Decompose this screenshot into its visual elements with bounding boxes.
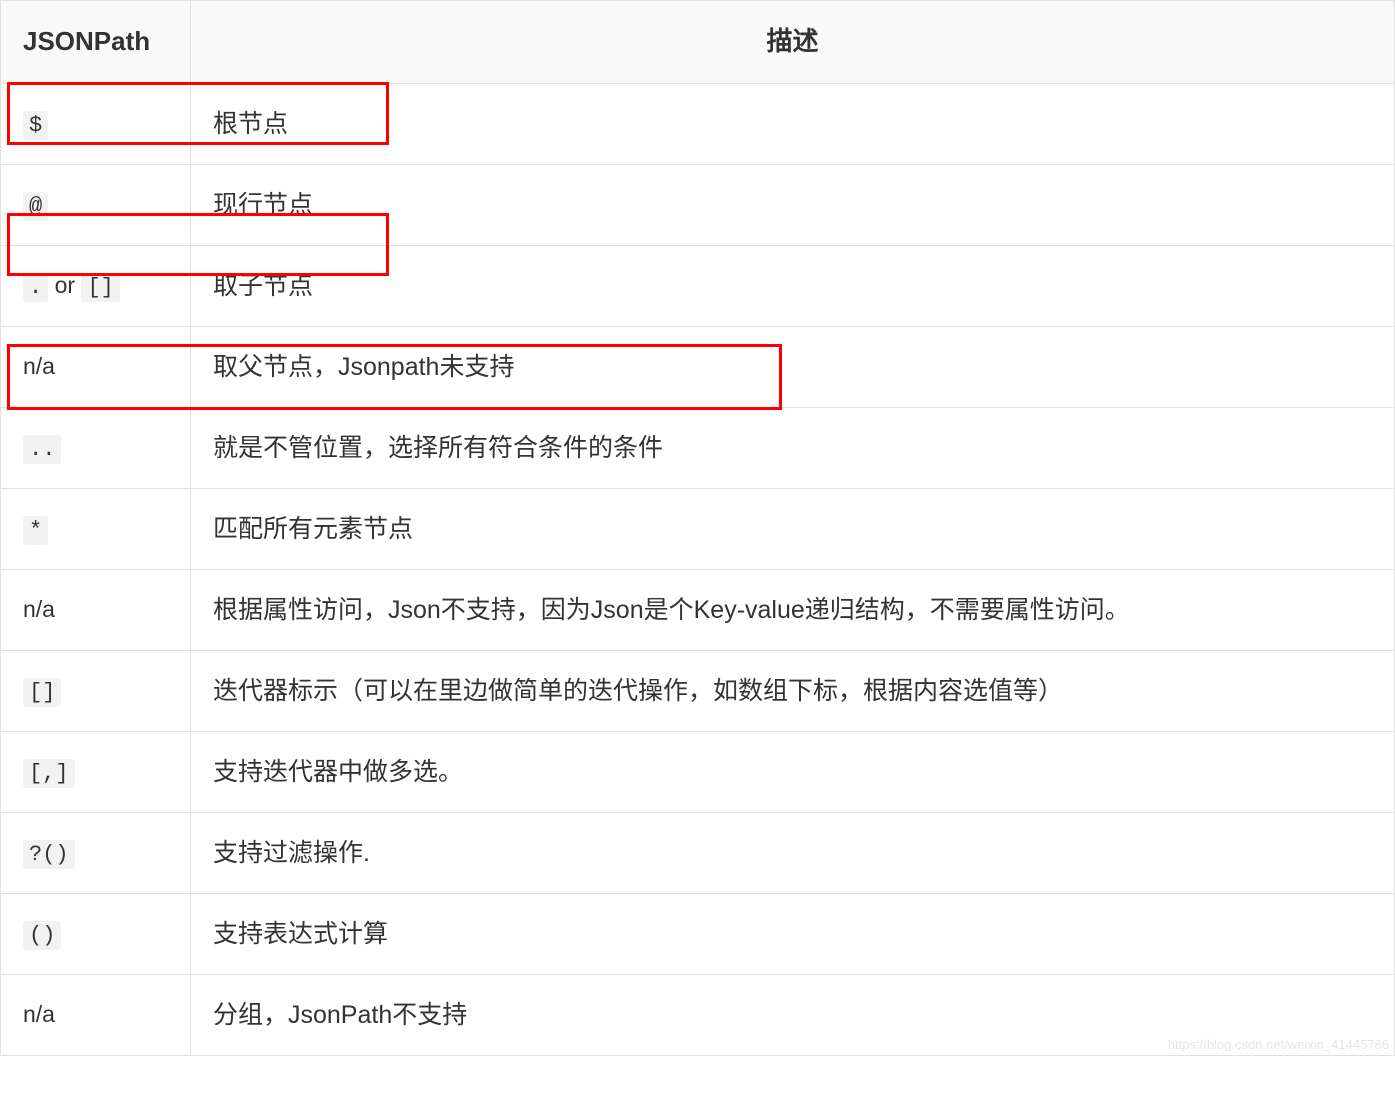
code-token: . xyxy=(23,273,48,302)
plain-text: or xyxy=(48,272,81,298)
cell-jsonpath: ?() xyxy=(1,812,191,893)
cell-jsonpath: [,] xyxy=(1,731,191,812)
cell-jsonpath: .. xyxy=(1,407,191,488)
table-row: n/a 取父节点，Jsonpath未支持 xyxy=(1,326,1395,407)
cell-jsonpath: n/a xyxy=(1,326,191,407)
table-row: () 支持表达式计算 xyxy=(1,893,1395,974)
code-token: () xyxy=(23,921,61,950)
table-row: [] 迭代器标示（可以在里边做简单的迭代操作，如数组下标，根据内容选值等） xyxy=(1,650,1395,731)
code-token: [] xyxy=(81,273,119,302)
cell-jsonpath: [] xyxy=(1,650,191,731)
cell-description: 根据属性访问，Json不支持，因为Json是个Key-value递归结构，不需要… xyxy=(191,569,1395,650)
cell-description: 取子节点 xyxy=(191,245,1395,326)
header-description: 描述 xyxy=(191,1,1395,84)
table-header-row: JSONPath 描述 xyxy=(1,1,1395,84)
table-row: n/a 根据属性访问，Json不支持，因为Json是个Key-value递归结构，… xyxy=(1,569,1395,650)
cell-description: 支持表达式计算 xyxy=(191,893,1395,974)
watermark-text: https://blog.csdn.net/weixin_41445786 xyxy=(1168,1037,1389,1052)
plain-text: n/a xyxy=(23,596,55,622)
cell-jsonpath: () xyxy=(1,893,191,974)
cell-jsonpath: n/a xyxy=(1,974,191,1055)
code-token: ?() xyxy=(23,840,75,869)
cell-jsonpath: n/a xyxy=(1,569,191,650)
plain-text: n/a xyxy=(23,353,55,379)
cell-jsonpath: . or [] xyxy=(1,245,191,326)
table-row: @ 现行节点 xyxy=(1,164,1395,245)
table-row: ?() 支持过滤操作. xyxy=(1,812,1395,893)
header-jsonpath: JSONPath xyxy=(1,1,191,84)
cell-jsonpath: @ xyxy=(1,164,191,245)
code-token: [] xyxy=(23,678,61,707)
cell-description: 支持过滤操作. xyxy=(191,812,1395,893)
cell-jsonpath: * xyxy=(1,488,191,569)
cell-jsonpath: $ xyxy=(1,83,191,164)
cell-description: 现行节点 xyxy=(191,164,1395,245)
cell-description: 取父节点，Jsonpath未支持 xyxy=(191,326,1395,407)
table-row: $ 根节点 xyxy=(1,83,1395,164)
table-row: .. 就是不管位置，选择所有符合条件的条件 xyxy=(1,407,1395,488)
code-token: [,] xyxy=(23,759,75,788)
cell-description: 支持迭代器中做多选。 xyxy=(191,731,1395,812)
table-row: [,] 支持迭代器中做多选。 xyxy=(1,731,1395,812)
cell-description: 匹配所有元素节点 xyxy=(191,488,1395,569)
jsonpath-table: JSONPath 描述 $根节点@现行节点. or []取子节点n/a取父节点，… xyxy=(0,0,1395,1056)
table-row: . or []取子节点 xyxy=(1,245,1395,326)
code-token: $ xyxy=(23,111,48,140)
cell-description: 根节点 xyxy=(191,83,1395,164)
plain-text: n/a xyxy=(23,1001,55,1027)
cell-description: 就是不管位置，选择所有符合条件的条件 xyxy=(191,407,1395,488)
cell-description: 迭代器标示（可以在里边做简单的迭代操作，如数组下标，根据内容选值等） xyxy=(191,650,1395,731)
table-row: * 匹配所有元素节点 xyxy=(1,488,1395,569)
code-token: @ xyxy=(23,192,48,221)
code-token: * xyxy=(23,516,48,545)
code-token: .. xyxy=(23,435,61,464)
